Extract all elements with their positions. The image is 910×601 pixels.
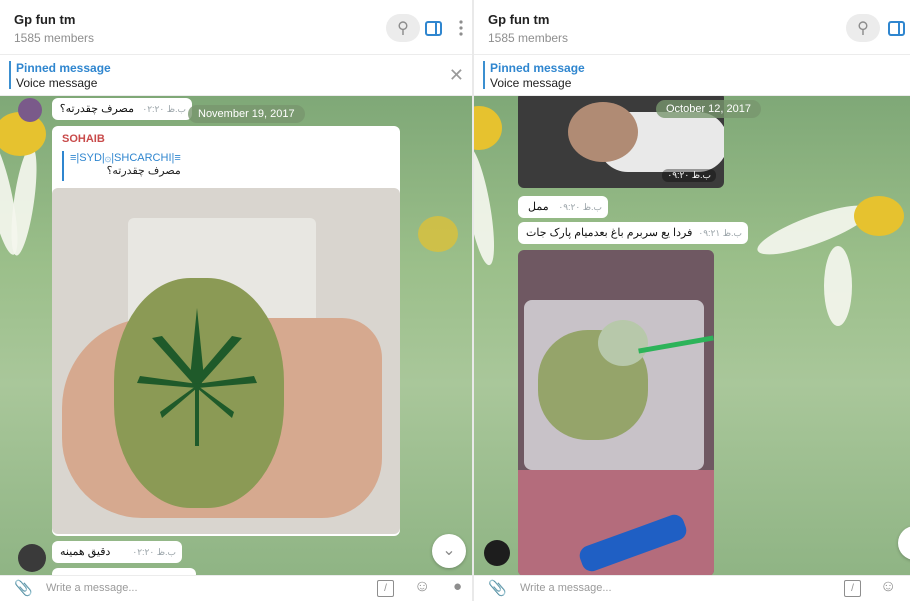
search-button[interactable]: ⚲ [386, 14, 420, 42]
message-input[interactable]: Write a message... [520, 582, 612, 594]
chat-title[interactable]: Gp fun tm [488, 12, 549, 27]
message-bubble[interactable]: مصرف چقدرته؟ ب.ظ ۰۲:۲۰ [52, 98, 192, 120]
paperclip-icon[interactable]: 📎 [488, 579, 507, 597]
search-icon: ⚲ [397, 20, 409, 37]
date-separator: November 19, 2017 [188, 105, 305, 123]
sender-name[interactable]: SOHAIB [62, 133, 105, 145]
pinned-accent-bar [9, 61, 11, 89]
panel-icon [887, 20, 905, 36]
message-input[interactable]: Write a message... [46, 582, 138, 594]
message-list[interactable]: ب.ظ ۰۹:۲۰ October 12, 2017 ممل ب.ظ ۰۹:۲۰… [474, 96, 910, 576]
reply-quote-name: ≡|SYD|۞|SHCARCHI|≡ [70, 152, 181, 164]
cannabis-leaf-graphic [137, 308, 257, 446]
search-icon: ⚲ [857, 20, 869, 37]
emoji-icon[interactable]: ☺ [414, 578, 430, 596]
close-icon[interactable]: ✕ [449, 65, 464, 86]
message-time: ب.ظ ۰۲:۲۰ [132, 547, 176, 557]
pinned-message-bar[interactable]: Pinned message Voice message ✕ [0, 55, 472, 96]
pinned-text: Voice message [16, 76, 98, 90]
message-composer: 📎 Write a message... / ☺ ● [0, 575, 472, 601]
pinned-text: Voice message [490, 76, 572, 90]
chat-header: Gp fun tm 1585 members ⚲ [0, 0, 472, 55]
chat-pane-left: Gp fun tm 1585 members ⚲ Pinned message … [0, 0, 472, 601]
toggle-panel-button[interactable] [423, 14, 443, 42]
message-bubble[interactable]: SOHAIB ≡|SYD|۞|SHCARCHI|≡ مصرف چقدرته؟ [52, 126, 400, 536]
pinned-accent-bar [483, 61, 485, 89]
member-count: 1585 members [14, 31, 95, 45]
pinned-title: Pinned message [16, 61, 111, 75]
chat-header: Gp fun tm 1585 members ⚲ [474, 0, 910, 55]
date-separator: October 12, 2017 [656, 100, 762, 118]
background-daisy [744, 156, 910, 326]
message-bubble[interactable]: دقیق همینه ب.ظ ۰۲:۲۰ [52, 541, 182, 563]
scroll-down-button[interactable]: ⌄ [432, 534, 466, 568]
command-icon[interactable]: / [844, 580, 861, 597]
photo-time: ب.ظ ۰۹:۲۰ [662, 169, 716, 182]
microphone-icon[interactable]: ● [453, 578, 462, 595]
avatar[interactable] [18, 544, 46, 572]
message-bubble[interactable]: ممل ب.ظ ۰۹:۲۰ [518, 196, 608, 218]
message-text: دقیق همینه [60, 546, 111, 558]
chevron-down-icon: ⌄ [442, 542, 456, 559]
message-text: فردا یع سربرم باغ بعدمیام پارک جات [526, 227, 693, 239]
more-icon [459, 20, 463, 36]
emoji-icon[interactable]: ☺ [880, 578, 896, 596]
toggle-panel-button[interactable] [886, 14, 906, 42]
reply-quote-text: مصرف چقدرته؟ [106, 165, 181, 177]
photo-grinder [598, 320, 648, 366]
chat-pane-right: Gp fun tm 1585 members ⚲ Pinned message … [474, 0, 910, 601]
photo-person [568, 102, 638, 162]
scroll-down-button[interactable]: ⌄ [898, 526, 910, 560]
background-daisy [390, 196, 472, 316]
message-time: ب.ظ ۰۲:۲۰ [142, 104, 186, 114]
command-icon[interactable]: / [377, 580, 394, 597]
avatar[interactable] [484, 540, 510, 566]
background-daisy [474, 96, 524, 286]
pinned-message-bar[interactable]: Pinned message Voice message [474, 55, 910, 96]
more-button[interactable] [456, 14, 466, 42]
message-text: ممل [528, 201, 549, 213]
search-button[interactable]: ⚲ [846, 14, 880, 42]
avatar[interactable] [18, 98, 42, 122]
reply-quote[interactable]: ≡|SYD|۞|SHCARCHI|≡ مصرف چقدرته؟ [62, 151, 181, 181]
chat-title[interactable]: Gp fun tm [14, 12, 75, 27]
message-composer: 📎 Write a message... / ☺ [474, 575, 910, 601]
message-bubble[interactable]: فردا یع سربرم باغ بعدمیام پارک جات ب.ظ ۰… [518, 222, 748, 244]
message-list[interactable]: مصرف چقدرته؟ ب.ظ ۰۲:۲۰ November 19, 2017… [0, 96, 472, 576]
message-photo[interactable] [518, 250, 714, 576]
member-count: 1585 members [488, 31, 569, 45]
panel-icon [424, 20, 442, 36]
message-time: ب.ظ ۰۹:۲۰ [558, 202, 602, 212]
message-text: مصرف چقدرته؟ [59, 103, 134, 115]
message-time: ب.ظ ۰۹:۲۱ [698, 228, 742, 238]
pinned-title: Pinned message [490, 61, 585, 75]
message-photo[interactable] [52, 188, 400, 534]
paperclip-icon[interactable]: 📎 [14, 579, 33, 597]
